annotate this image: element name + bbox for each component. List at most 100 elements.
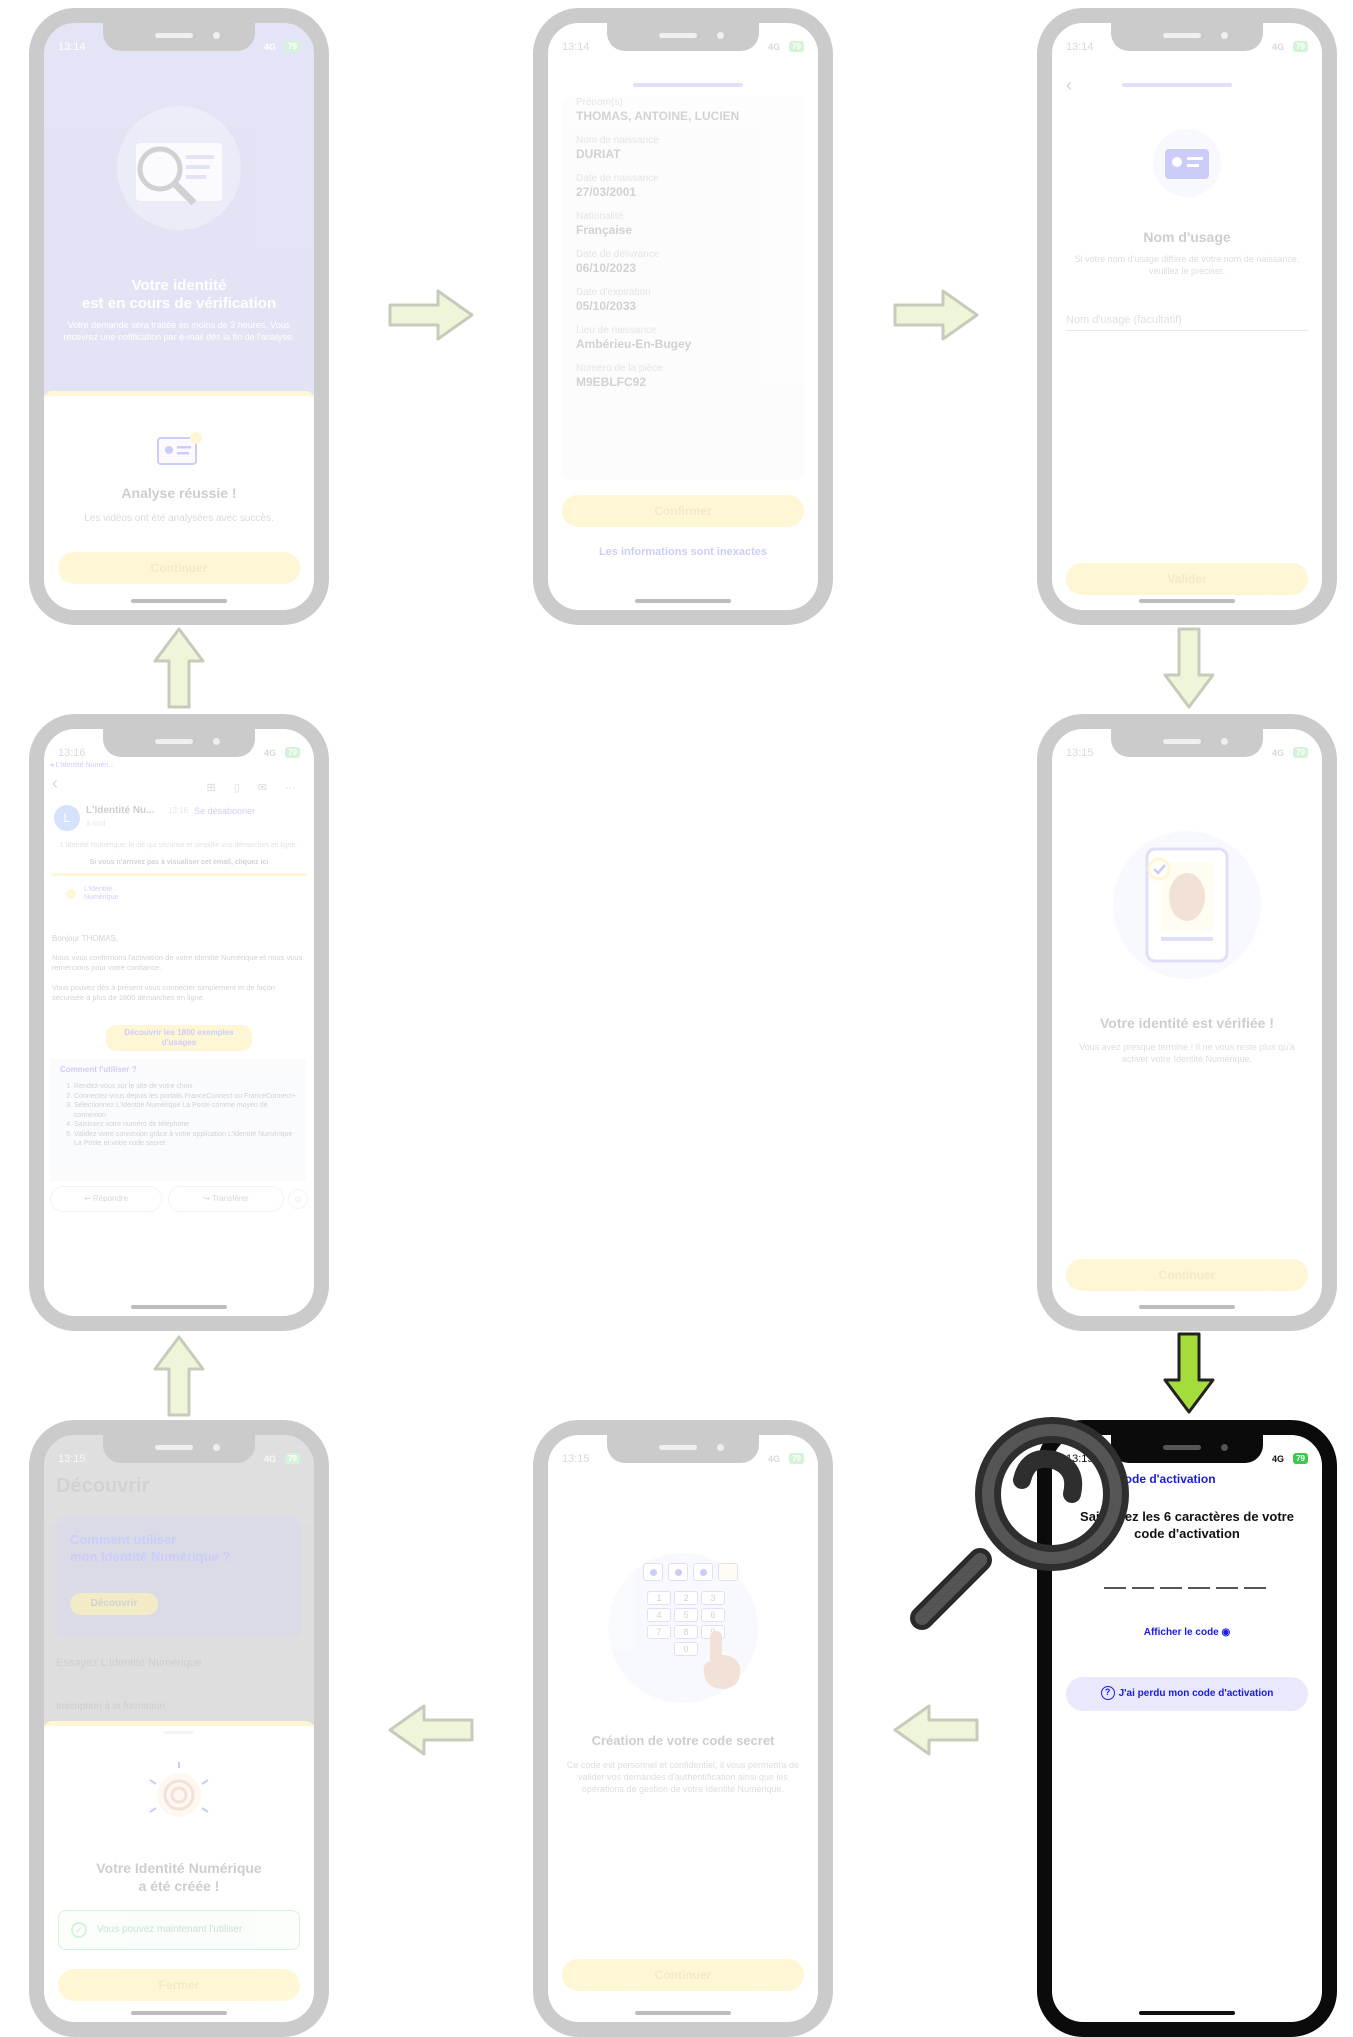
confirm-button[interactable]: Confirmer <box>562 495 804 527</box>
sheet-title: Analyse réussie ! <box>121 485 237 501</box>
email-paragraph-2: Vous pouvez dès à présent vous connecter… <box>52 983 276 1002</box>
unsubscribe-link[interactable]: Se désabonner <box>194 806 255 816</box>
close-button[interactable]: Fermer <box>58 1969 300 2001</box>
logo-dot <box>66 889 76 899</box>
verification-body: Votre demande sera traitée en moins de 3… <box>63 320 295 342</box>
back-chevron-icon[interactable]: ‹ <box>52 773 58 794</box>
email-greeting: Bonjour THOMAS, <box>52 934 119 943</box>
avatar: L <box>54 805 80 831</box>
home-indicator <box>131 2011 227 2015</box>
field-value: M9EBLFC92 <box>576 375 647 389</box>
how-to-step: Saisissez votre numéro de téléphone <box>74 1120 296 1130</box>
trash-icon[interactable]: ▯ <box>234 781 240 794</box>
home-indicator <box>131 599 227 603</box>
forward-icon: ↪ <box>203 1194 213 1203</box>
validate-button[interactable]: Valider <box>1066 563 1308 595</box>
keypad-key: 5 <box>674 1608 698 1622</box>
reply-button[interactable]: ↩ Répondre <box>50 1186 162 1212</box>
discover-button[interactable]: Découvrir <box>70 1593 158 1615</box>
field-value: Française <box>576 223 633 237</box>
sheet-handle[interactable] <box>164 1731 194 1734</box>
emoji-icon[interactable]: ☺ <box>288 1189 308 1209</box>
sheet-text: Les vidéos ont été analysées avec succès… <box>84 513 274 524</box>
how-to-step: Rendez-vous sur le site de votre choix <box>74 1082 296 1092</box>
home-indicator <box>1139 2011 1235 2015</box>
keypad-key: 7 <box>647 1625 671 1639</box>
phone-usage-name: 13:14 4G 79 ‹ Nom d'usage Si votre nom d'u… <box>1037 8 1337 625</box>
usage-name-title: Nom d'usage <box>1143 229 1231 245</box>
created-title: Votre Identité Numérique a été créée ! <box>96 1860 262 1894</box>
keypad-key: 6 <box>701 1608 725 1622</box>
success-info-banner: ✓ Vous pouvez maintenant l'utiliser <box>58 1910 300 1950</box>
continue-button[interactable]: Continuer <box>58 552 300 584</box>
lost-code-button[interactable]: ? J'ai perdu mon code d'activation <box>1066 1677 1308 1711</box>
reply-icon: ↩ <box>83 1194 93 1203</box>
home-indicator <box>635 599 731 603</box>
mail-icon[interactable]: ✉ <box>258 781 267 794</box>
how-to-title: Comment l'utiliser ? <box>60 1065 137 1074</box>
more-icon[interactable]: ⋯ <box>285 781 296 794</box>
wrong-info-link[interactable]: Les informations sont inexactes <box>548 546 818 558</box>
discover-examples-button[interactable]: Découvrir les 1800 exemples d'usages <box>106 1025 252 1051</box>
phone-notch <box>1111 729 1263 757</box>
keypad-key: 1 <box>647 1591 671 1605</box>
forward-button[interactable]: ↪ Transférer <box>168 1186 284 1212</box>
phone-notch <box>103 1435 255 1463</box>
verified-id-illustration <box>1113 831 1261 979</box>
field-label: Date de délivrance <box>576 249 660 260</box>
sender-name: L'Identité Nu... <box>86 805 155 816</box>
usage-name-input[interactable] <box>1066 309 1308 331</box>
secret-code-text: Ce code est personnel et confidentiel, i… <box>566 1760 800 1794</box>
continue-button[interactable]: Continuer <box>1066 1259 1308 1291</box>
field-value: THOMAS, ANTOINE, LUCIEN <box>576 109 740 123</box>
keypad-key: 8 <box>674 1625 698 1639</box>
continue-button[interactable]: Continuer <box>562 1959 804 1991</box>
how-to-step: Sélectionnez L'Identité Numérique La Pos… <box>74 1101 296 1120</box>
id-magnifier-illustration <box>117 106 241 230</box>
hand-icon <box>703 1631 741 1689</box>
view-online-text[interactable]: Si vous n'arrivez pas à visualiser cet e… <box>52 859 306 866</box>
how-to-step: Connectez-vous depuis les portails Franc… <box>74 1092 296 1102</box>
phone-notch <box>607 23 759 51</box>
phone-identity-created: 13:15 4G 79 Découvrir Comment utiliser mon … <box>29 1420 329 2037</box>
field-label: Lieu de naissance <box>576 325 657 336</box>
email-paragraph-1: Nous vous confirmons l'activation de vot… <box>52 953 303 972</box>
back-to-app-link[interactable]: ◂ L'Identité Numéri... <box>50 761 114 769</box>
flow-arrow-up-1 <box>153 1335 205 1417</box>
verification-title-line2: est en cours de vérification <box>81 295 277 312</box>
keypad-key: 4 <box>647 1608 671 1622</box>
flow-arrow-down-1 <box>1163 627 1215 709</box>
sender-time: 13:16 <box>168 806 189 815</box>
field-value: 05/10/2033 <box>576 299 637 313</box>
verified-title: Votre identité est vérifiée ! <box>1099 1015 1274 1031</box>
list-item[interactable]: Inscription à la formation <box>56 1701 165 1712</box>
how-to-section: Comment l'utiliser ? Rendez-vous sur le … <box>50 1059 306 1181</box>
field-label: Numéro de la pièce <box>576 363 663 374</box>
phone-notch <box>103 729 255 757</box>
check-circle-icon: ✓ <box>71 1922 87 1938</box>
how-to-step: Validez votre connexion grâce à votre ap… <box>74 1130 296 1149</box>
flow-arrow-right-2 <box>893 289 979 341</box>
field-label: Date de naissance <box>576 173 659 184</box>
email-intro: L'Identité Numérique, le clé qui sécuris… <box>60 842 298 849</box>
keypad-key: 3 <box>701 1591 725 1605</box>
phone-confirm-identity: 13:14 4G 79 Prénom(s) THOMAS, ANTOINE, LUCI… <box>533 8 833 625</box>
brand-logo: L'Identité Numérique <box>84 886 119 901</box>
flow-arrow-right-1 <box>388 289 474 341</box>
phone-notch <box>1111 23 1263 51</box>
screen-title: Découvrir <box>56 1475 150 1497</box>
field-value: Ambérieu-En-Bugey <box>576 337 692 351</box>
flow-arrow-left-1 <box>893 1704 979 1756</box>
back-chevron-icon[interactable]: ‹ <box>1066 75 1072 96</box>
id-card-icon <box>157 432 202 465</box>
field-label: Date d'expiration <box>576 287 651 298</box>
eye-icon: ◉ <box>1221 1627 1231 1638</box>
phone-create-secret-code: 13:154G79 1234567890 Création de votre c… <box>533 1420 833 2037</box>
progress-bar <box>633 83 743 87</box>
flow-arrow-up-2 <box>153 627 205 709</box>
phone-notch <box>103 23 255 51</box>
field-value: 06/10/2023 <box>576 261 637 275</box>
flow-arrow-down-active <box>1163 1332 1215 1414</box>
archive-icon[interactable]: ⊞ <box>207 781 216 794</box>
usage-name-text: Si votre nom d'usage diffère de votre no… <box>1074 254 1300 276</box>
